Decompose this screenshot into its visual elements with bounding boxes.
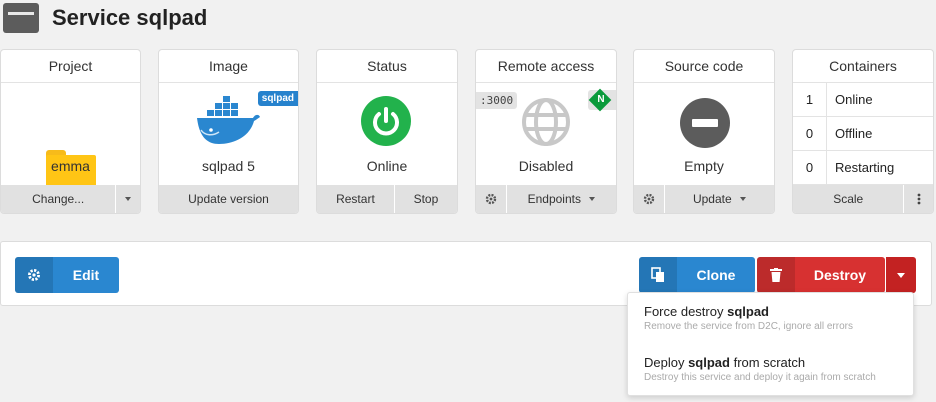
restart-button[interactable]: Restart <box>317 185 394 213</box>
power-icon <box>361 96 411 146</box>
status-card-footer: Restart Stop <box>317 185 457 213</box>
image-card-footer: Update version <box>159 185 298 213</box>
chevron-down-icon <box>588 197 595 201</box>
docker-whale-icon <box>197 96 260 144</box>
copy-icon <box>639 257 677 293</box>
page-header: Service sqlpad <box>0 0 936 40</box>
image-card: Image sqlpad sqlpad 5 Update version <box>158 49 299 214</box>
image-tag-badge: sqlpad <box>257 91 298 106</box>
status-card-title: Status <box>317 50 457 83</box>
gear-icon <box>643 193 654 205</box>
remote-settings-button[interactable] <box>476 185 506 213</box>
destroy-button[interactable]: Destroy <box>757 257 885 293</box>
update-source-dropdown[interactable]: Update <box>663 185 774 213</box>
remote-access-title: Remote access <box>476 50 616 83</box>
trash-icon <box>757 257 795 293</box>
edit-button[interactable]: Edit <box>15 257 119 293</box>
table-row: 1 Online <box>793 83 933 117</box>
project-card: Project emma Change... <box>0 49 141 214</box>
endpoints-dropdown[interactable]: Endpoints <box>505 185 616 213</box>
change-project-button[interactable]: Change... <box>1 185 115 213</box>
container-count: 0 <box>793 151 827 184</box>
globe-icon <box>522 98 570 146</box>
clone-button[interactable]: Clone <box>639 257 755 293</box>
container-state: Restarting <box>835 160 895 175</box>
image-card-title: Image <box>159 50 298 83</box>
more-vertical-icon <box>917 193 921 205</box>
chevron-down-icon <box>739 197 746 201</box>
table-row: 0 Offline <box>793 117 933 151</box>
containers-footer: Scale <box>793 185 933 213</box>
container-state: Online <box>835 92 873 107</box>
project-card-footer: Change... <box>1 185 140 213</box>
clone-label: Clone <box>696 267 736 283</box>
nginx-icon: N <box>588 88 616 112</box>
deploy-from-scratch-item[interactable]: Deploy sqlpad from scratch Destroy this … <box>644 355 876 383</box>
port-tag: :3000 <box>476 92 518 109</box>
containers-title: Containers <box>793 50 933 83</box>
containers-more-button[interactable] <box>903 185 933 213</box>
server-icon <box>3 3 39 33</box>
containers-card: Containers 1 Online 0 Offline 0 Restarti… <box>792 49 934 214</box>
project-name: emma <box>51 158 90 174</box>
container-count: 1 <box>793 83 827 116</box>
edit-label: Edit <box>72 267 100 283</box>
source-code-title: Source code <box>634 50 774 83</box>
minus-circle-icon <box>680 98 730 148</box>
gear-icon <box>15 257 53 293</box>
scale-button[interactable]: Scale <box>793 185 903 213</box>
force-destroy-item[interactable]: Force destroy sqlpad Remove the service … <box>644 304 853 332</box>
container-state: Offline <box>835 126 873 141</box>
status-value: Online <box>366 158 408 174</box>
status-card: Status Online Restart Stop <box>316 49 458 214</box>
remote-access-card: Remote access :3000 N Disabled Endpoints <box>475 49 617 214</box>
menu-item-description: Destroy this service and deploy it again… <box>644 372 876 383</box>
source-code-status: Empty <box>684 158 724 174</box>
menu-item-description: Remove the service from D2C, ignore all … <box>644 321 853 332</box>
update-version-button[interactable]: Update version <box>159 185 298 213</box>
remote-access-status: Disabled <box>518 158 574 174</box>
destroy-options-toggle[interactable] <box>886 257 916 293</box>
stop-button[interactable]: Stop <box>393 185 457 213</box>
source-code-card: Source code Empty Update <box>633 49 775 214</box>
remote-access-footer: Endpoints <box>476 185 616 213</box>
image-version: sqlpad 5 <box>202 158 255 174</box>
page-title: Service sqlpad <box>52 5 208 30</box>
gear-icon <box>485 193 496 205</box>
project-menu-toggle[interactable] <box>115 185 140 213</box>
table-row: 0 Restarting <box>793 151 933 185</box>
source-code-footer: Update <box>634 185 774 213</box>
destroy-label: Destroy <box>813 267 867 283</box>
containers-table: 1 Online 0 Offline 0 Restarting <box>793 83 933 185</box>
project-card-title: Project <box>1 50 140 83</box>
chevron-down-icon <box>125 197 132 201</box>
container-count: 0 <box>793 117 827 150</box>
source-settings-button[interactable] <box>634 185 664 213</box>
destroy-options-menu: Force destroy sqlpad Remove the service … <box>627 292 914 396</box>
chevron-down-icon <box>897 272 905 278</box>
